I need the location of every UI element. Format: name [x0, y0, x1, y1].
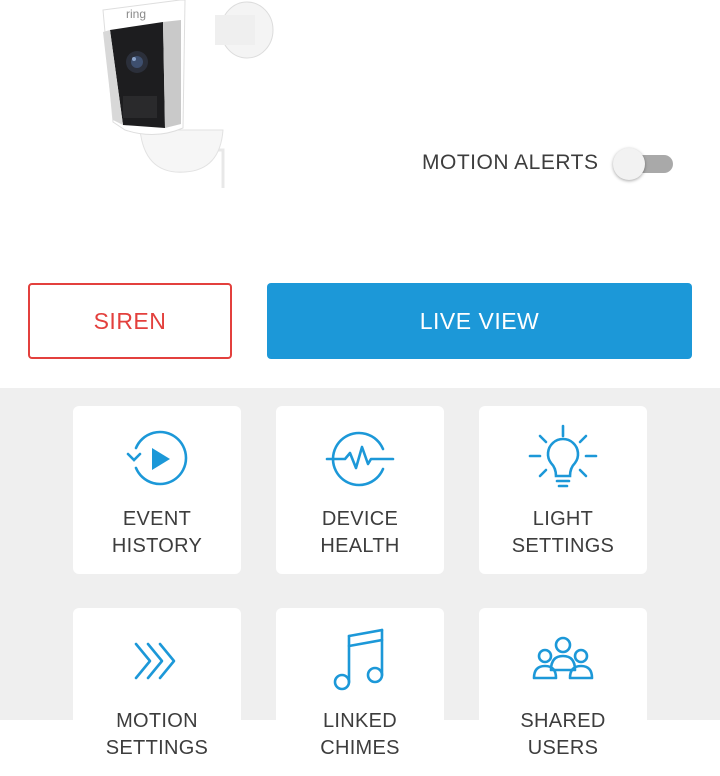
light-settings-icon: [528, 424, 598, 488]
motion-alerts-toggle[interactable]: [613, 148, 673, 180]
siren-button[interactable]: SIREN: [28, 283, 232, 359]
tile-motion-settings[interactable]: MOTION SETTINGS: [73, 608, 241, 776]
device-health-icon: [325, 431, 395, 487]
tile-label: MOTION SETTINGS: [105, 710, 209, 759]
tile-label: DEVICE HEALTH: [320, 508, 400, 557]
settings-grid: EVENT HISTORY DEVICE HEALTH LIGHT SETTINGS: [0, 388, 720, 776]
tile-event-history[interactable]: EVENT HISTORY: [73, 406, 241, 574]
tile-label: SHARED USERS: [520, 710, 606, 759]
tile-label: EVENT HISTORY: [111, 508, 203, 557]
linked-chimes-icon: [333, 628, 384, 691]
motion-settings-icon: [134, 642, 176, 680]
tile-label: LIGHT SETTINGS: [511, 508, 615, 557]
motion-alerts-label: MOTION ALERTS: [422, 151, 599, 174]
tile-device-health[interactable]: DEVICE HEALTH: [276, 406, 444, 574]
tile-light-settings[interactable]: LIGHT SETTINGS: [479, 406, 647, 574]
camera-image: ring: [102, 0, 274, 188]
tile-label: LINKED CHIMES: [320, 710, 400, 759]
live-view-button[interactable]: LIVE VIEW: [267, 283, 692, 359]
tile-linked-chimes[interactable]: LINKED CHIMES: [276, 608, 444, 776]
toggle-knob: [613, 148, 645, 180]
ring-logo: ring: [126, 7, 146, 21]
tile-shared-users[interactable]: SHARED USERS: [479, 608, 647, 776]
shared-users-icon: [532, 636, 594, 680]
device-header: ring MOTION ALERTS SIREN LIVE VIEW: [0, 0, 720, 388]
event-history-icon: [126, 430, 188, 486]
